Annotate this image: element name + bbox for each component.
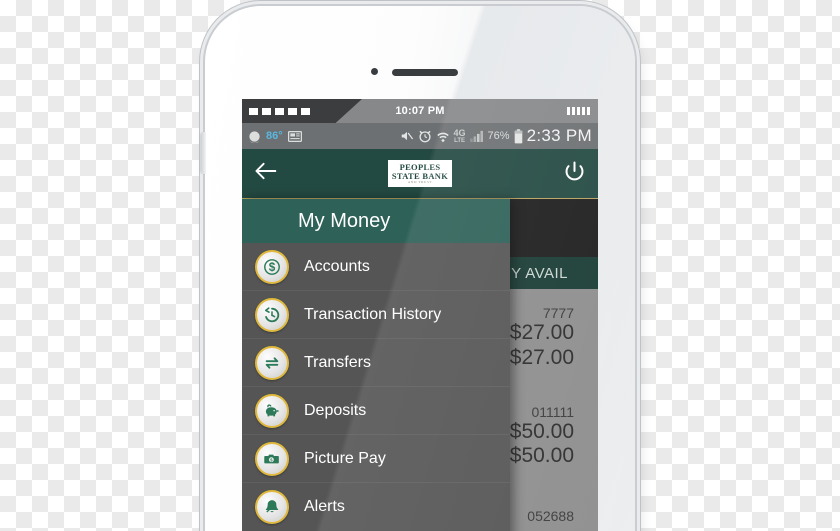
navigation-drawer: My Money $ Accounts Transaction History … [242, 199, 510, 531]
app-bar: PEOPLES STATE BANK AND TRUST [242, 149, 598, 199]
transfer-arrows-icon [255, 345, 289, 380]
bank-logo-line3: AND TRUST [407, 180, 433, 185]
power-logout-icon[interactable] [563, 160, 586, 188]
battery-icon [514, 128, 523, 144]
phone-screen: 10:07 PM 86° 4G LTE 76% 2:33 PM PEOPLES … [242, 99, 598, 531]
outer-status-bar: 10:07 PM [242, 99, 598, 123]
accounts-screen: Y AVAIL 7777 $27.00 $27.00 011111 $50.00… [242, 199, 598, 531]
back-arrow-icon[interactable] [254, 161, 279, 186]
earpiece-speaker-icon [392, 69, 458, 76]
drawer-title: My Money [242, 199, 510, 243]
volume-button[interactable] [201, 132, 206, 174]
phone-device: 10:07 PM 86° 4G LTE 76% 2:33 PM PEOPLES … [201, 6, 635, 531]
bank-logo: PEOPLES STATE BANK AND TRUST [388, 160, 452, 187]
temperature-label: 86° [266, 130, 283, 142]
alarm-clock-icon [418, 129, 432, 143]
drawer-item-deposits[interactable]: Deposits [242, 387, 510, 435]
drawer-title-label: My Money [298, 209, 391, 232]
drawer-item-alerts[interactable]: Alerts [242, 483, 510, 530]
outer-status-left-blocks [249, 107, 310, 115]
system-status-bar: 86° 4G LTE 76% 2:33 PM [242, 123, 598, 149]
dollar-coin-icon: $ [255, 249, 289, 284]
piggy-bank-icon [255, 393, 289, 428]
drawer-item-picture-pay[interactable]: $ Picture Pay [242, 435, 510, 483]
drawer-item-label: Alerts [304, 497, 345, 515]
status-left-group: 86° [248, 129, 302, 143]
drawer-item-accounts[interactable]: $ Accounts [242, 243, 510, 291]
drawer-item-label: Transaction History [304, 305, 442, 323]
signal-bars-icon [469, 130, 484, 142]
history-clock-icon [255, 297, 289, 332]
accounts-avail-label: Y AVAIL [511, 264, 568, 282]
news-card-icon [287, 130, 302, 142]
drawer-item-transaction-history[interactable]: Transaction History [242, 291, 510, 339]
bell-icon [255, 489, 289, 524]
wifi-icon [436, 130, 450, 143]
camera-icon: $ [255, 441, 289, 476]
status-bar-clock: 2:33 PM [526, 126, 592, 145]
drawer-item-label: Picture Pay [304, 449, 386, 467]
outer-status-right-bars [567, 107, 590, 115]
svg-text:$: $ [269, 261, 276, 274]
status-right-group: 4G LTE 76% 2:33 PM [400, 126, 592, 146]
network-type-label: 4G LTE [453, 127, 466, 144]
front-camera-icon [371, 68, 378, 75]
battery-percent-label: 76% [487, 130, 510, 142]
volume-mute-icon [400, 130, 414, 142]
drawer-item-label: Accounts [304, 257, 370, 275]
bank-logo-line2: STATE BANK [391, 170, 449, 181]
drawer-item-label: Deposits [304, 401, 367, 419]
weather-cloud-icon [248, 129, 261, 143]
drawer-item-transfers[interactable]: Transfers [242, 339, 510, 387]
canvas: 10:07 PM 86° 4G LTE 76% 2:33 PM PEOPLES … [0, 0, 840, 531]
drawer-item-label: Transfers [304, 353, 371, 371]
